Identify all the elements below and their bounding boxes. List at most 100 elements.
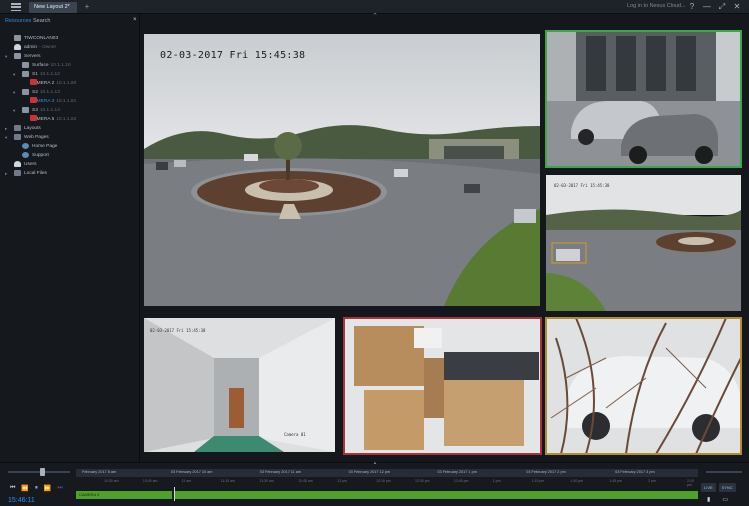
volume-icon[interactable]: ▮ <box>707 496 710 503</box>
tab-search[interactable]: Search <box>33 18 50 24</box>
timeline-hour-label: 11:30 am <box>259 479 274 483</box>
close-icon[interactable]: ✕ <box>732 1 742 12</box>
speed-slider[interactable] <box>8 471 70 473</box>
expand-arrow-icon[interactable]: ▸ <box>5 124 7 133</box>
calendar-icon[interactable]: ▭ <box>722 496 728 503</box>
tree-item-label: Home Page <box>32 144 58 149</box>
expand-arrow-icon[interactable]: ▸ <box>5 169 7 178</box>
timeline-day-label: 03 February 2017 1 pm <box>437 470 477 474</box>
camera-frame-boxes <box>344 318 541 454</box>
tree-item[interactable]: TIWCONLAN03 <box>0 34 140 43</box>
cloud-login-link[interactable]: Log in to Nexus Cloud... <box>627 3 686 9</box>
timestamp-overlay: 02-03-2017 Fri 15:45:38 <box>160 50 306 61</box>
timeline-day-label: 03 February 2017 3 pm <box>615 470 655 474</box>
timeline-hour-label: 10:45 am <box>142 479 158 483</box>
timeline-buttons: LIVE SYNC <box>701 483 736 492</box>
timeline-day-label: 03 February 2017 11 am <box>259 470 302 474</box>
track-camera-label: CAMERA 3 <box>79 492 100 497</box>
expand-arrow-icon[interactable]: ▾ <box>5 52 7 61</box>
camera-view-right-middle[interactable]: 02-03-2017 Fri 15:45:38 <box>546 175 741 311</box>
expand-arrow-icon[interactable]: ▾ <box>13 88 15 97</box>
camera-view-bottom-hallway[interactable]: 02-03-2017 Fri 15:45:38 Camera 01 <box>144 318 335 452</box>
timeline-day-label: February 2017 8 am <box>82 470 117 474</box>
expand-arrow-icon[interactable]: ▾ <box>5 133 7 142</box>
tree-item-label: S1 <box>32 72 38 77</box>
timeline-day-label: 03 February 2017 10 am <box>170 470 213 474</box>
window-controls: ? — ⤢ ✕ <box>687 1 742 12</box>
tree-item[interactable]: Users <box>0 160 140 169</box>
tab-resources[interactable]: Resources <box>5 18 31 24</box>
camera-frame-hallway <box>144 318 335 452</box>
timeline-cursor[interactable] <box>174 487 175 501</box>
tree-item[interactable]: ▾ S3 10.1.1.14 <box>0 106 140 115</box>
recording-chunk <box>174 491 698 499</box>
camera-frame-cars <box>546 31 741 167</box>
timestamp-overlay: 02-03-2017 Fri 15:45:38 <box>554 183 610 188</box>
tree-item-label: Support <box>32 153 49 158</box>
help-icon[interactable]: ? <box>687 1 697 12</box>
cam-icon <box>30 115 37 121</box>
camera-view-bottom-tree[interactable] <box>545 317 742 455</box>
collapse-titlebar-handle[interactable]: ⌃ <box>368 13 382 20</box>
main-menu-button[interactable] <box>9 2 23 12</box>
tree-item-label: Users <box>24 162 37 167</box>
rewind-icon[interactable]: ⏪ <box>21 485 28 492</box>
camera-view-right-top[interactable] <box>545 30 742 168</box>
server-icon <box>14 34 21 41</box>
camera-view-bottom-boxes[interactable] <box>343 317 542 455</box>
add-tab-button[interactable]: + <box>80 2 94 13</box>
cam-icon <box>30 97 37 103</box>
camera-view-main[interactable]: 02-03-2017 Fri 15:45:38 <box>144 34 540 306</box>
timeline-day-ruler[interactable]: February 2017 8 am 03 February 2017 10 am… <box>76 469 698 477</box>
tree-item[interactable]: CAMERA 3 10.1.1.61 <box>0 97 140 106</box>
expand-arrow-icon[interactable]: ▾ <box>13 106 15 115</box>
timeline-hour-label: 12 pm <box>337 479 347 483</box>
fullscreen-icon[interactable]: ⤢ <box>717 1 727 12</box>
speed-slider-knob[interactable] <box>40 468 45 476</box>
tree-item-address: 10.1.1.12 <box>39 72 60 77</box>
server-icon <box>14 52 21 59</box>
timeline-hour-label: 2 pm <box>648 479 657 483</box>
pause-icon[interactable]: ⏸ <box>35 485 38 492</box>
timeline-hour-label: 11:15 am <box>220 479 235 483</box>
tree-item[interactable]: CAMERA 2 10.1.1.60 <box>0 79 140 88</box>
tree-item-address: 10.1.1.10 <box>50 63 71 68</box>
expand-arrow-icon[interactable]: ▾ <box>13 70 15 79</box>
timeline-hour-label: 12:30 pm <box>415 479 430 483</box>
tree-item[interactable]: ▸ Local Files <box>0 169 140 178</box>
tree-item-address: - Owner <box>39 45 57 50</box>
tree-item[interactable]: Support <box>0 151 140 160</box>
timeline-zoom-slider[interactable] <box>706 471 742 473</box>
tab-new-layout[interactable]: New Layout 2* <box>29 2 77 13</box>
tree-item[interactable]: Home Page <box>0 142 140 151</box>
timeline-hour-label: 1:45 pm <box>609 479 623 483</box>
panel-close-icon[interactable]: × <box>133 17 137 23</box>
server-icon <box>22 70 29 77</box>
tree-item-address: 10.1.1.63 <box>56 117 77 122</box>
tree-item[interactable]: CAMERA 5 10.1.1.63 <box>0 115 140 124</box>
camera-frame-roundabout <box>546 175 741 311</box>
tree-item[interactable]: admin - Owner <box>0 43 140 52</box>
sync-button[interactable]: SYNC <box>718 483 736 492</box>
tree-item-label: S2 <box>32 90 38 95</box>
recording-track[interactable]: CAMERA 3 <box>76 491 698 499</box>
tree-item[interactable]: ▾ Servers <box>0 52 140 61</box>
next-icon[interactable]: ⏭ <box>57 485 62 492</box>
timeline-hour-label: 2:15 pm <box>687 479 694 487</box>
tree-item[interactable]: ▾ S1 10.1.1.12 <box>0 70 140 79</box>
live-button[interactable]: LIVE <box>701 483 716 492</box>
tree-item[interactable]: Surface 10.1.1.10 <box>0 61 140 70</box>
tree-item-address: 10.1.1.14 <box>39 108 60 113</box>
timeline-collapse-handle[interactable]: ▲ <box>368 460 382 465</box>
minimize-icon[interactable]: — <box>702 1 712 12</box>
previous-icon[interactable]: ⏮ <box>10 485 15 492</box>
resource-tree: TIWCONLAN03 admin - Owner ▾ Servers Surface 10… <box>0 34 140 178</box>
camera-name-overlay: Camera 01 <box>284 432 306 437</box>
person-icon <box>14 160 21 167</box>
timeline-day-label: 03 February 2017 12 pm <box>348 470 391 474</box>
tree-item[interactable]: ▾ S2 10.1.1.13 <box>0 88 140 97</box>
tree-item-address: 10.1.1.60 <box>56 81 77 86</box>
tree-item[interactable]: ▾ Web Pages <box>0 133 140 142</box>
tree-item[interactable]: ▸ Layouts <box>0 124 140 133</box>
forward-icon[interactable]: ⏩ <box>44 485 51 492</box>
